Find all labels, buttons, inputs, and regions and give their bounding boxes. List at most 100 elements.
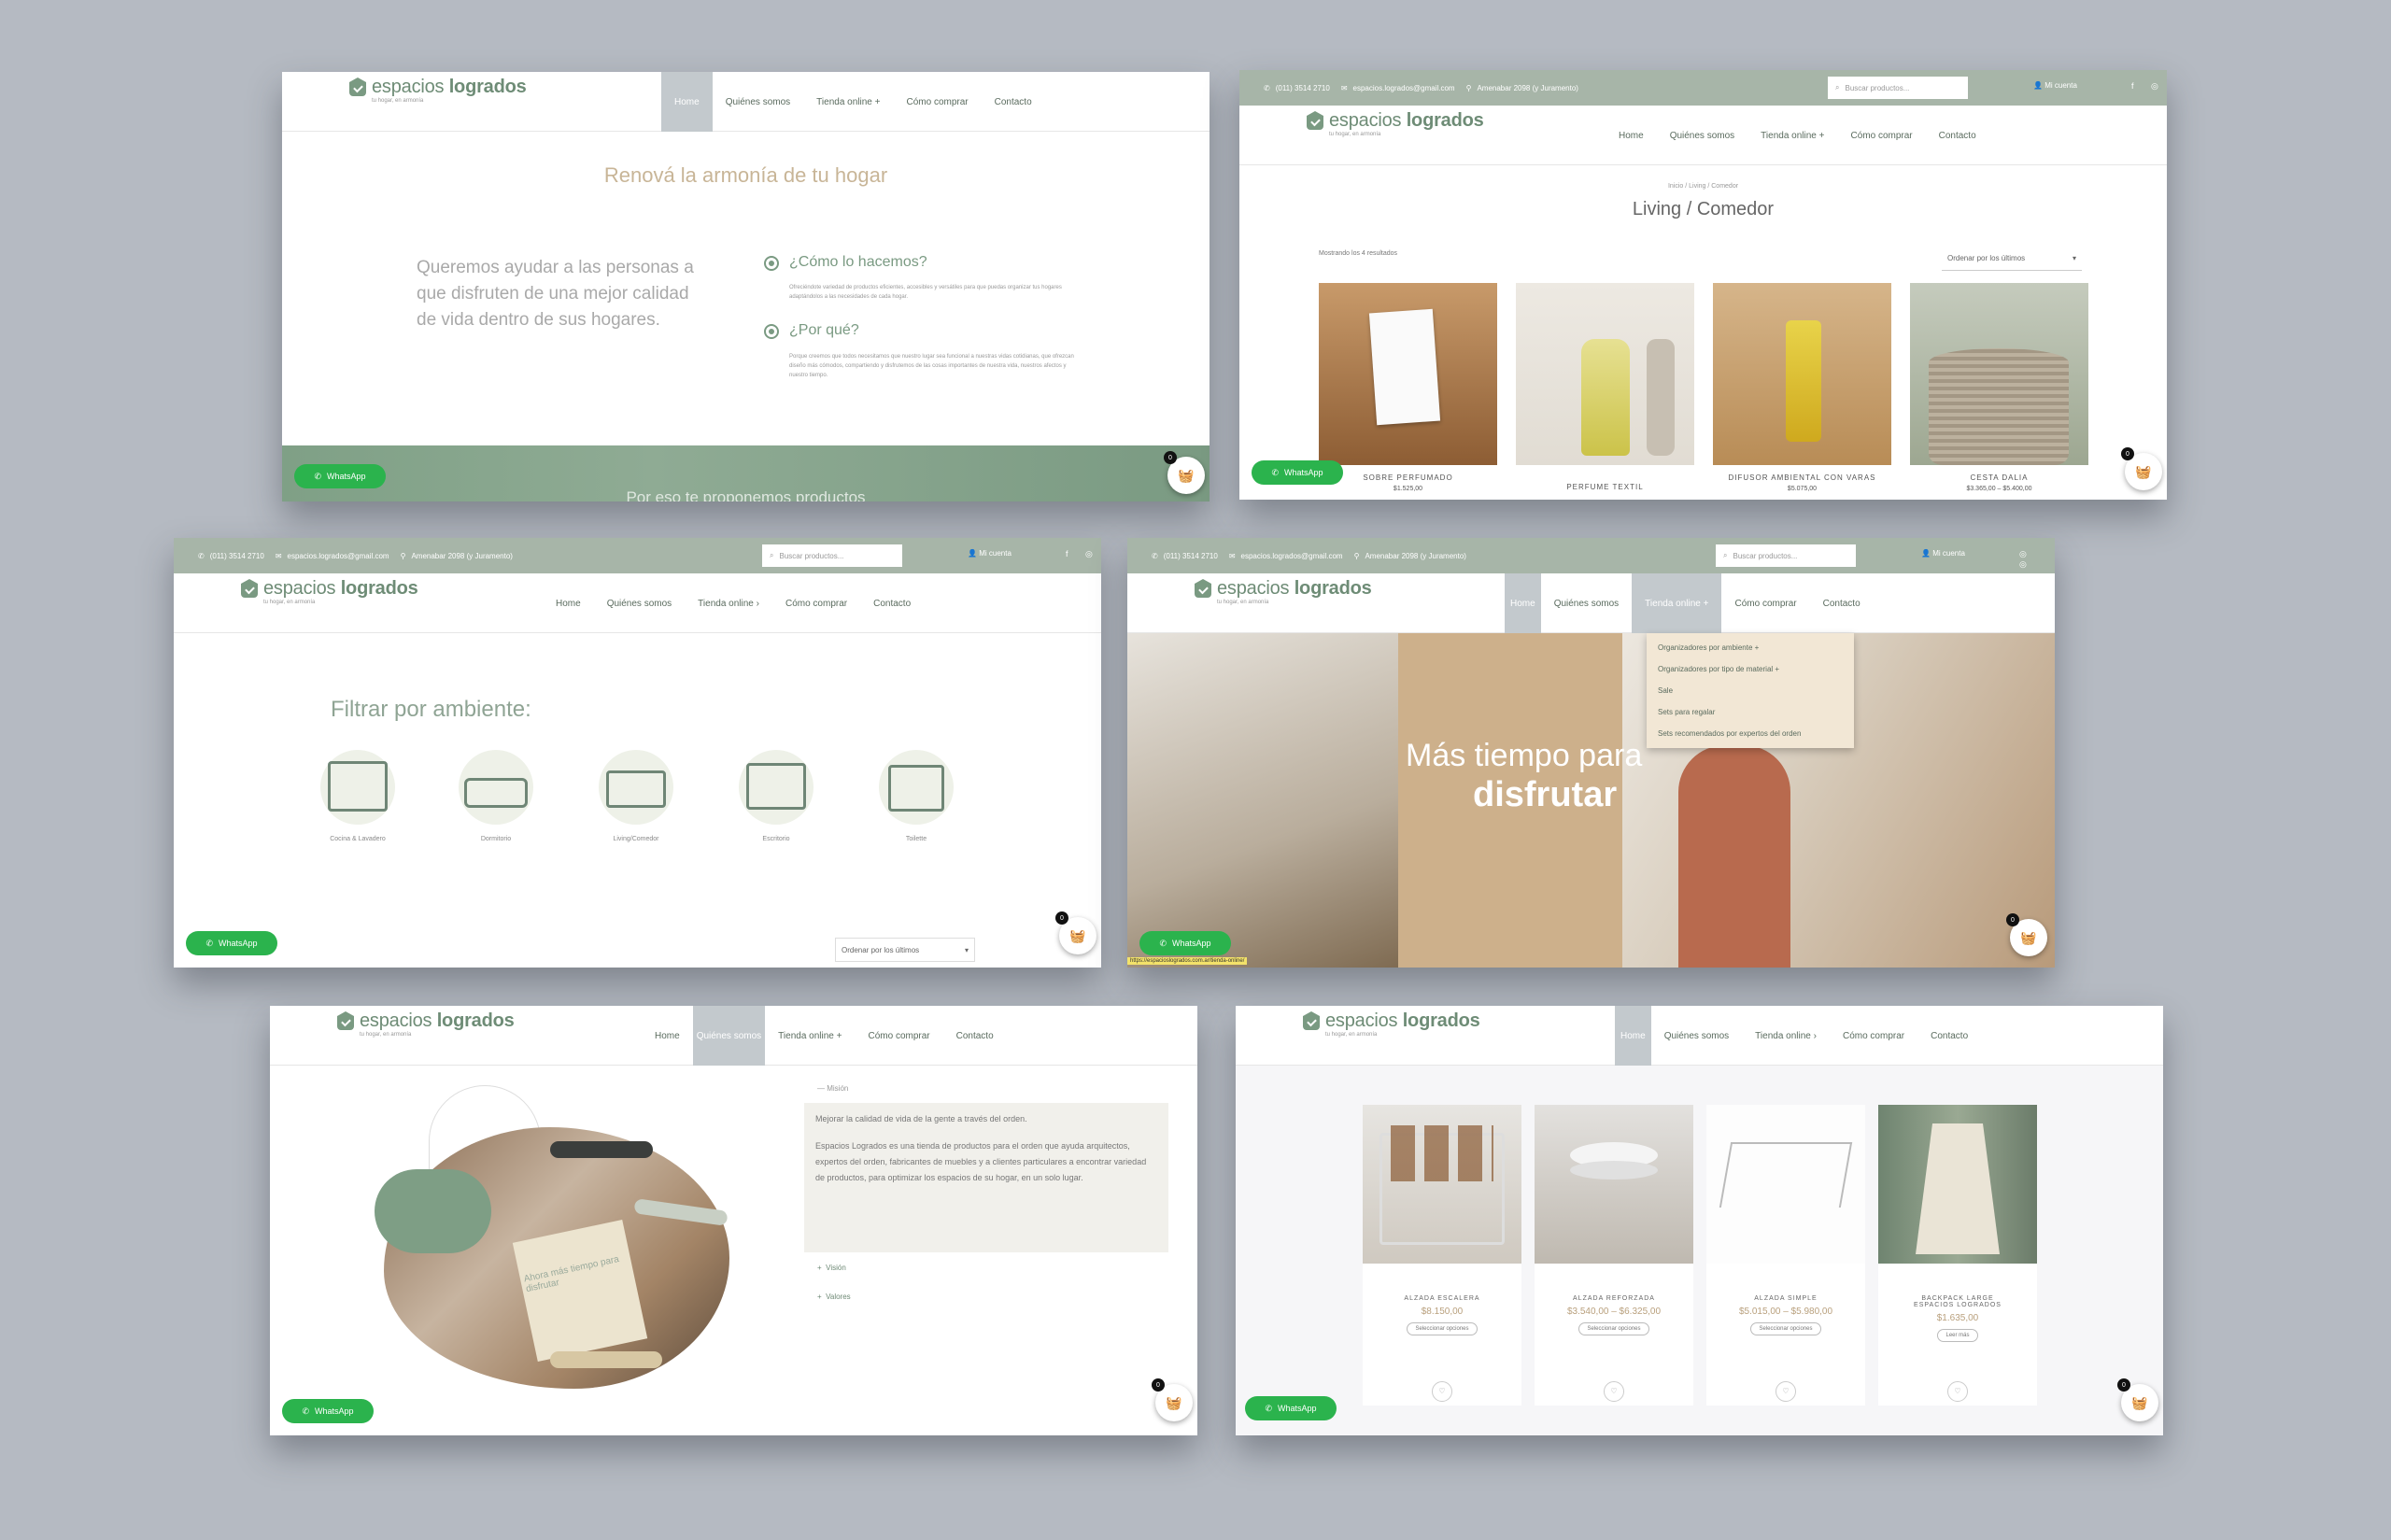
wishlist-heart-icon[interactable]: ♡ [1776,1381,1796,1402]
mission-label[interactable]: — Misión [817,1084,848,1093]
nav-shop[interactable]: Tienda online › [1742,1006,1830,1066]
search-icon: ⌕ [770,551,774,559]
account-link[interactable]: 👤 Mi cuenta [968,549,1012,558]
nav-howto[interactable]: Cómo comprar [1721,573,1809,633]
product-card[interactable]: CESTA DALIA $3.365,00 – $5.400,00 [1910,473,2088,492]
breadcrumb[interactable]: Inicio / Living / Comedor [1239,183,2167,190]
product-image-sachet[interactable] [1319,283,1497,465]
whatsapp-button[interactable]: ✆ WhatsApp [1245,1396,1337,1420]
nav-howto[interactable]: Cómo comprar [1830,1006,1917,1066]
values-toggle[interactable]: + Valores [817,1293,851,1301]
brand-logo[interactable]: espacios logrados tu hogar, en armonía [337,1011,515,1038]
nav-contact[interactable]: Contacto [1917,1006,1981,1066]
nav-about[interactable]: Quiénes somos [1651,1006,1742,1066]
brand-logo[interactable]: espacios logrados tu hogar, en armonía [349,78,527,104]
account-link[interactable]: 👤 Mi cuenta [2033,81,2077,90]
select-options-button[interactable]: Seleccionar opciones [1578,1322,1649,1335]
search-box[interactable]: ⌕ Buscar productos... [762,544,902,567]
brand-logo[interactable]: espacios logrados tu hogar, en armonía [241,579,418,605]
nav-home[interactable]: Home [661,72,713,132]
search-box[interactable]: ⌕ Buscar productos... [1828,77,1968,99]
room-bedroom[interactable]: Dormitorio [454,750,538,842]
nav-howto[interactable]: Cómo comprar [772,573,860,633]
search-box[interactable]: ⌕ Buscar productos... [1716,544,1856,567]
nav-about[interactable]: Quiénes somos [713,72,803,132]
product-card[interactable]: ALZADA REFORZADA $3.540,00 – $6.325,00 S… [1535,1105,1693,1406]
nav-contact[interactable]: Contacto [943,1006,1007,1066]
brand-logo[interactable]: espacios logrados tu hogar, en armonía [1307,111,1484,137]
product-card[interactable]: SOBRE PERFUMADO $1.525,00 [1319,473,1497,492]
nav-howto[interactable]: Cómo comprar [855,1006,942,1066]
nav-about[interactable]: Quiénes somos [1541,573,1632,633]
social-icons[interactable]: f ◎ [2131,81,2166,92]
whatsapp-button[interactable]: ✆ WhatsApp [282,1399,374,1423]
product-card[interactable]: BACKPACK LARGE ESPACIOS LOGRADOS $1.635,… [1878,1105,2037,1406]
nav-home[interactable]: Home [1606,106,1657,165]
nav-home[interactable]: Home [543,573,594,633]
nav-contact[interactable]: Contacto [1810,573,1874,633]
cart-button[interactable]: 🧺 0 [2121,447,2162,490]
email-info[interactable]: ✉ espacios.logrados@gmail.com [276,552,389,560]
select-options-button[interactable]: Seleccionar opciones [1750,1322,1821,1335]
wishlist-heart-icon[interactable]: ♡ [1947,1381,1968,1402]
cart-button[interactable]: 🧺 0 [1055,911,1096,954]
nav-howto[interactable]: Cómo comprar [893,72,981,132]
cart-button[interactable]: 🧺 0 [1152,1378,1193,1421]
room-toilette[interactable]: Toilette [874,750,958,842]
product-card[interactable]: ALZADA ESCALERA $8.150,00 Seleccionar op… [1363,1105,1521,1406]
menu-item-by-material[interactable]: Organizadores por tipo de material + [1647,658,1854,680]
social-icons[interactable]: f ◎ [1066,549,1100,559]
sort-select[interactable]: Ordenar por los últimos ▾ [835,938,975,962]
nav-shop[interactable]: Tienda online › [685,573,772,633]
room-kitchen[interactable]: Cocina & Lavadero [316,750,400,842]
menu-item-gift-sets[interactable]: Sets para regalar [1647,701,1854,723]
whatsapp-button[interactable]: ✆ WhatsApp [1252,460,1343,485]
room-office[interactable]: Escritorio [734,750,818,842]
nav-about[interactable]: Quiénes somos [692,1006,766,1066]
cart-button[interactable]: 🧺 0 [2117,1378,2158,1421]
email-info[interactable]: ✉ espacios.logrados@gmail.com [1341,84,1455,92]
room-living[interactable]: Living/Comedor [594,750,678,842]
wishlist-heart-icon[interactable]: ♡ [1432,1381,1452,1402]
product-card[interactable]: DIFUSOR AMBIENTAL CON VARAS $5.075,00 [1713,473,1891,492]
menu-item-expert-sets[interactable]: Sets recomendados por expertos del orden [1647,723,1854,744]
menu-item-sale[interactable]: Sale [1647,680,1854,701]
vision-toggle[interactable]: + Visión [817,1264,846,1272]
nav-about[interactable]: Quiénes somos [594,573,685,633]
read-more-button[interactable]: Leer más [1937,1329,1978,1342]
brand-logo[interactable]: espacios logrados tu hogar, en armonía [1195,579,1372,605]
menu-item-by-room[interactable]: Organizadores por ambiente + [1647,637,1854,658]
nav-shop[interactable]: Tienda online + [765,1006,855,1066]
wishlist-heart-icon[interactable]: ♡ [1604,1381,1624,1402]
brand-logo[interactable]: espacios logrados tu hogar, en armonía [1303,1011,1480,1038]
product-image-diffuser[interactable] [1713,283,1891,465]
cart-button[interactable]: 🧺 0 [1164,451,1205,494]
select-options-button[interactable]: Seleccionar opciones [1407,1322,1478,1335]
product-image-spray[interactable] [1516,283,1694,465]
product-price: $3.540,00 – $6.325,00 [1566,1307,1662,1317]
nav-contact[interactable]: Contacto [860,573,924,633]
email-info[interactable]: ✉ espacios.logrados@gmail.com [1229,552,1343,560]
product-card[interactable]: ALZADA SIMPLE $5.015,00 – $5.980,00 Sele… [1706,1105,1865,1406]
whatsapp-button[interactable]: ✆ WhatsApp [1139,931,1231,955]
nav-howto[interactable]: Cómo comprar [1837,106,1925,165]
cart-button[interactable]: 🧺 0 [2006,913,2047,956]
whatsapp-label: WhatsApp [219,939,258,948]
nav-contact[interactable]: Contacto [982,72,1045,132]
whatsapp-button[interactable]: ✆ WhatsApp [294,464,386,488]
nav-shop[interactable]: Tienda online + [803,72,893,132]
account-link[interactable]: 👤 Mi cuenta [1921,549,1965,558]
nav-contact[interactable]: Contacto [1926,106,1989,165]
nav-shop[interactable]: Tienda online + [1632,573,1722,633]
whatsapp-button[interactable]: ✆ WhatsApp [186,931,277,955]
nav-home[interactable]: Home [1615,1006,1651,1066]
product-image-basket[interactable] [1910,283,2088,465]
sort-select[interactable]: Ordenar por los últimos ▾ [1942,247,2082,271]
product-card[interactable]: PERFUME TEXTIL [1516,483,1694,491]
brand-name-light: espacios [1329,110,1402,131]
nav-home[interactable]: Home [1505,573,1541,633]
nav-home[interactable]: Home [642,1006,693,1066]
nav-shop[interactable]: Tienda online + [1747,106,1837,165]
social-icons[interactable]: ◎ ◎ [2019,549,2055,570]
nav-about[interactable]: Quiénes somos [1657,106,1747,165]
